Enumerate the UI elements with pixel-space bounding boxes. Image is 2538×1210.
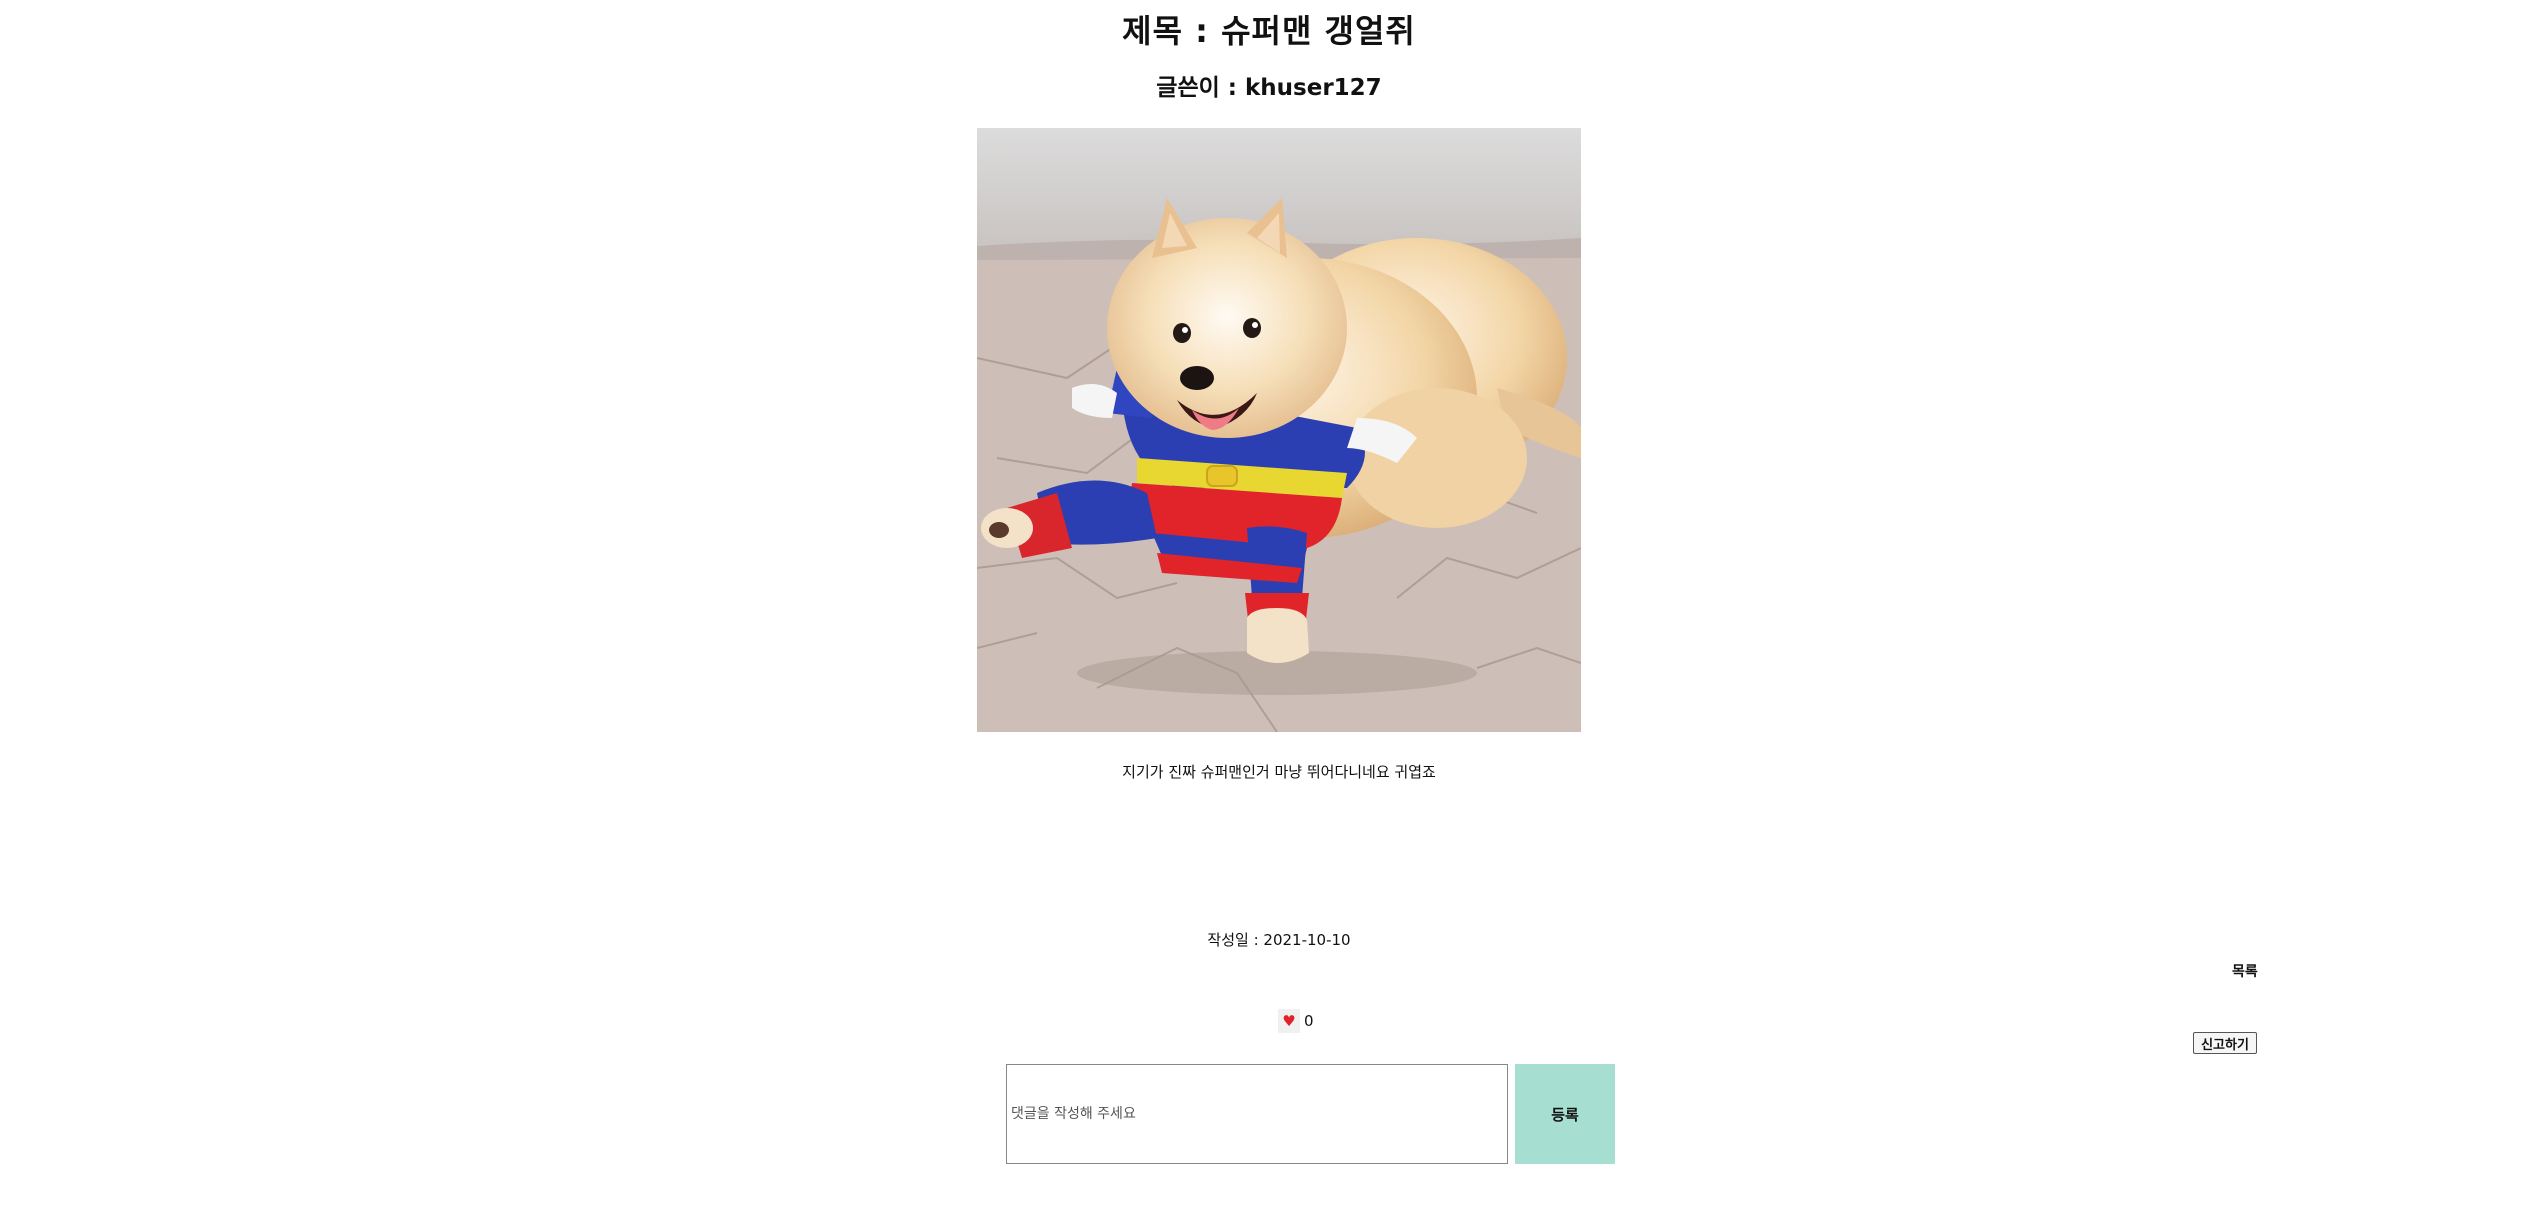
post-content: 지기가 진짜 슈퍼맨인거 마냥 뛰어다니네요 귀엽죠	[1122, 763, 1436, 781]
post-image	[977, 128, 1581, 732]
post-date: 작성일 : 2021-10-10	[1207, 931, 1351, 949]
post-author: 글쓴이 : khuser127	[1156, 75, 1382, 101]
like-count: 0	[1304, 1012, 1314, 1030]
comment-submit-button[interactable]: 등록	[1515, 1064, 1615, 1164]
comment-input[interactable]	[1006, 1064, 1508, 1164]
post-title: 제목 : 슈퍼맨 갱얼쥐	[1122, 12, 1416, 50]
report-button[interactable]: 신고하기	[2193, 1032, 2257, 1054]
heart-icon[interactable]: ♥	[1278, 1009, 1300, 1033]
list-link[interactable]: 목록	[2232, 960, 2258, 984]
like-section: ♥ 0	[1278, 1008, 1314, 1034]
